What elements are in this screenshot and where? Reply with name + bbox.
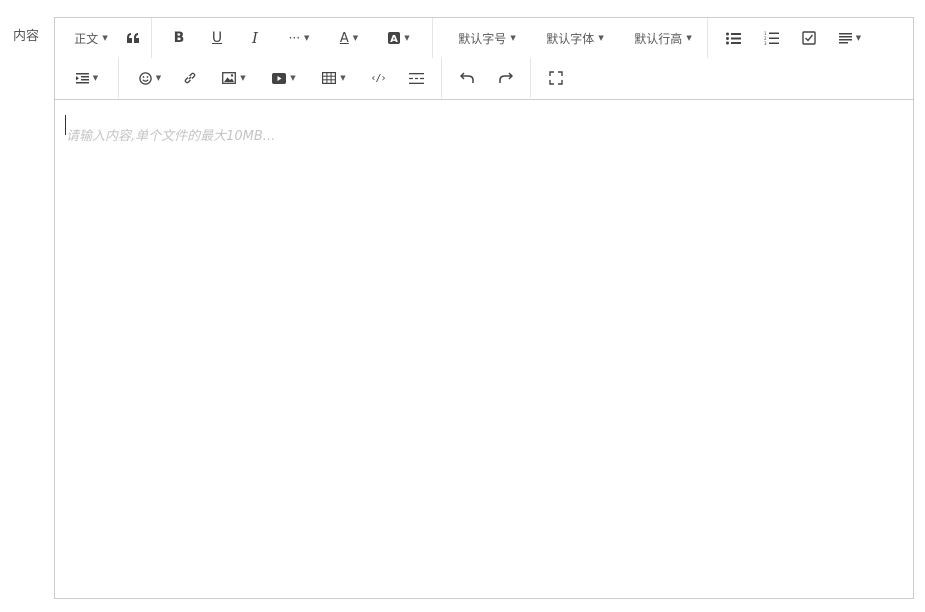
editor-toolbar: 正文 ▼ B U I ··· ▼ A ▼ A ▼ 默认字号 ▼ 默认字体 ▼ 默… — [55, 18, 913, 100]
code-icon: ‹/› — [370, 72, 386, 84]
todo-button[interactable] — [790, 23, 828, 53]
redo-button[interactable] — [486, 63, 524, 93]
insert-table-button[interactable]: ▼ — [309, 63, 359, 93]
chevron-down-icon: ▼ — [352, 34, 359, 42]
image-icon — [222, 72, 237, 84]
fullscreen-button[interactable] — [537, 63, 575, 93]
justify-button[interactable]: ▼ — [828, 23, 872, 53]
font-family-label: 默认字体 — [546, 31, 595, 46]
background-color-button[interactable]: A ▼ — [374, 23, 424, 53]
horizontal-rule-icon — [408, 72, 424, 84]
header-select-label: 正文 — [74, 31, 99, 46]
font-color-button[interactable]: A ▼ — [324, 23, 374, 53]
chevron-down-icon: ▼ — [290, 74, 296, 82]
undo-icon — [459, 72, 474, 83]
smiley-icon — [139, 71, 152, 85]
chevron-down-icon: ▼ — [855, 34, 862, 42]
editor-content-area[interactable]: 请输入内容,单个文件的最大10MB... — [55, 99, 913, 598]
quote-icon — [127, 33, 139, 43]
insert-link-button[interactable] — [171, 63, 209, 93]
align-left-icon — [838, 32, 852, 43]
chevron-down-icon: ▼ — [404, 34, 410, 42]
italic-button[interactable]: I — [236, 23, 274, 53]
redo-icon — [498, 72, 513, 83]
table-icon — [322, 72, 337, 84]
chevron-down-icon: ▼ — [240, 74, 246, 82]
indent-button[interactable]: ▼ — [67, 63, 107, 93]
emotion-button[interactable]: ▼ — [129, 63, 171, 93]
chevron-down-icon: ▼ — [510, 34, 516, 42]
link-icon — [184, 72, 196, 84]
undo-button[interactable] — [448, 63, 486, 93]
chevron-down-icon: ▼ — [340, 74, 346, 82]
toolbar-row-2: ▼ ▼ ▼ ▼ ▼ ‹/› — [55, 58, 575, 98]
blockquote-button[interactable] — [115, 23, 151, 53]
fullscreen-icon — [549, 71, 563, 85]
more-styles-button[interactable]: ··· ▼ — [274, 23, 324, 53]
header-select-button[interactable]: 正文 ▼ — [67, 23, 115, 53]
content-field-label: 内容 — [13, 29, 40, 44]
font-family-select-button[interactable]: 默认字体 ▼ — [531, 23, 619, 53]
divider-button[interactable] — [397, 63, 435, 93]
font-size-label: 默认字号 — [458, 31, 507, 46]
editor-placeholder: 请输入内容,单个文件的最大10MB... — [66, 129, 276, 144]
numbered-list-button[interactable]: 1 2 3 — [752, 23, 790, 53]
bulleted-list-button[interactable] — [714, 23, 752, 53]
svg-text:A: A — [390, 34, 398, 44]
bulleted-list-icon — [725, 32, 741, 44]
svg-text:3: 3 — [764, 41, 767, 45]
underline-icon: U — [211, 30, 223, 46]
line-height-select-button[interactable]: 默认行高 ▼ — [619, 23, 707, 53]
bold-icon: B — [173, 30, 185, 46]
chevron-down-icon: ▼ — [686, 34, 692, 42]
chevron-down-icon: ▼ — [155, 74, 162, 82]
numbered-list-icon: 1 2 3 — [764, 31, 779, 45]
bold-button[interactable]: B — [160, 23, 198, 53]
font-size-select-button[interactable]: 默认字号 ▼ — [443, 23, 531, 53]
insert-image-button[interactable]: ▼ — [209, 63, 259, 93]
insert-video-button[interactable]: ▼ — [259, 63, 309, 93]
code-block-button[interactable]: ‹/› — [359, 63, 397, 93]
video-icon — [272, 72, 287, 84]
background-color-icon: A — [388, 32, 401, 44]
line-height-label: 默认行高 — [634, 31, 683, 46]
italic-icon: I — [252, 29, 258, 47]
chevron-down-icon: ▼ — [598, 34, 604, 42]
chevron-down-icon: ▼ — [102, 34, 108, 42]
toolbar-row-1: 正文 ▼ B U I ··· ▼ A ▼ A ▼ 默认字号 ▼ 默认字体 ▼ 默… — [55, 18, 872, 58]
indent-icon — [75, 72, 89, 83]
font-color-icon: A — [339, 30, 349, 46]
chevron-down-icon: ▼ — [92, 74, 99, 82]
rich-text-editor: 正文 ▼ B U I ··· ▼ A ▼ A ▼ 默认字号 ▼ 默认字体 ▼ 默… — [54, 17, 914, 599]
chevron-down-icon: ▼ — [304, 34, 310, 42]
underline-button[interactable]: U — [198, 23, 236, 53]
more-icon: ··· — [288, 31, 301, 45]
checkbox-icon — [802, 31, 816, 45]
